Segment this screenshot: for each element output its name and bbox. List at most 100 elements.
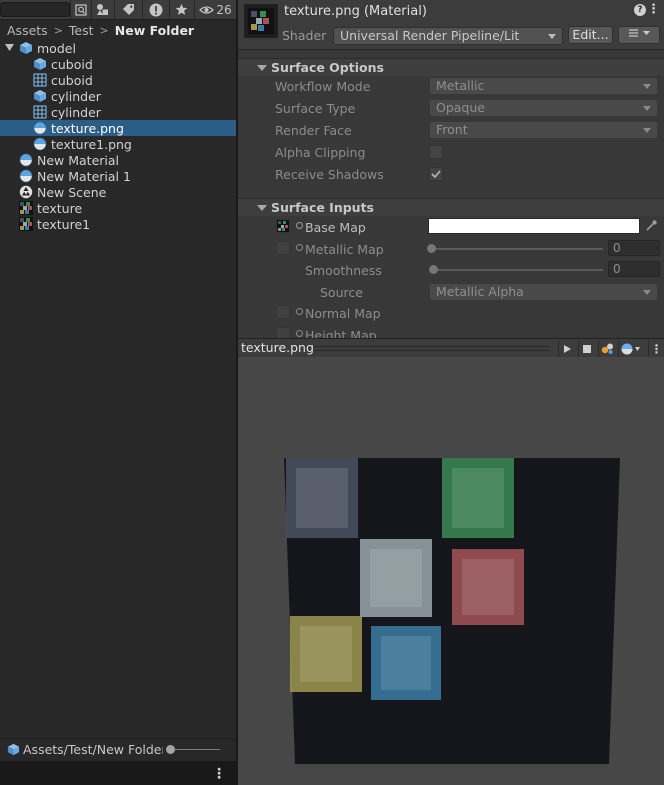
surface-options-heading: Surface Options: [271, 60, 384, 75]
surface-inputs-foldout[interactable]: Surface Inputs: [238, 198, 664, 216]
tree-item-label: texture: [37, 200, 83, 216]
scene-icon: [19, 185, 33, 199]
tree-item-label: texture1.png: [51, 136, 132, 152]
tree-item[interactable]: cuboid: [0, 56, 236, 72]
filter-by-label-button[interactable]: [114, 0, 141, 19]
metallic-slider-handle[interactable]: [427, 244, 436, 253]
light-toggle-button[interactable]: [598, 340, 615, 357]
texture-picker-icon[interactable]: [296, 308, 303, 315]
workflow-mode-dropdown[interactable]: Metallic: [429, 77, 658, 95]
shader-label: Shader: [282, 28, 327, 43]
surface-type-label: Surface Type: [275, 101, 356, 116]
preview-shape-dropdown[interactable]: [618, 340, 642, 357]
material-sphere-icon: [33, 121, 47, 135]
tree-item-label: texture1: [37, 216, 91, 232]
tree-item-label: cylinder: [51, 88, 101, 104]
tree-item[interactable]: New Material: [0, 152, 236, 168]
material-preview[interactable]: [238, 357, 664, 785]
tree-item[interactable]: texture1.png: [0, 136, 236, 152]
tag-icon: [122, 4, 134, 15]
tree-item[interactable]: New Scene: [0, 184, 236, 200]
smoothness-slider-track[interactable]: [433, 269, 603, 271]
base-map-color-field[interactable]: [428, 218, 640, 234]
normal-map-label: Normal Map: [305, 306, 381, 321]
search-input[interactable]: [0, 2, 70, 17]
preview-resize-handle[interactable]: [313, 346, 549, 351]
caret-down-icon: [548, 34, 556, 39]
breadcrumb-assets[interactable]: Assets: [7, 23, 48, 38]
favorites-button[interactable]: [169, 0, 193, 19]
base-map-texture-slot[interactable]: [276, 219, 290, 233]
tree-item[interactable]: cylinder: [0, 104, 236, 120]
more-options-icon[interactable]: ⋮: [212, 766, 226, 782]
height-map-label: Height Map: [305, 328, 377, 338]
filter-by-type-button[interactable]: [91, 0, 113, 19]
texture-square-inner: [381, 636, 431, 690]
render-face-dropdown[interactable]: Front: [429, 121, 658, 139]
tree-item[interactable]: cuboid: [0, 72, 236, 88]
filter-log-button[interactable]: [142, 0, 168, 19]
selected-asset-path: Assets/Test/New Folder/: [23, 742, 163, 757]
surface-type-value: Opaque: [436, 100, 485, 115]
source-dropdown[interactable]: Metallic Alpha: [429, 283, 658, 301]
sphere-icon: [621, 343, 640, 354]
texture-thumbnail-icon: [278, 221, 288, 231]
shader-dropdown[interactable]: Universal Render Pipeline/Lit: [333, 27, 563, 45]
texture-square-inner: [300, 626, 352, 682]
project-panel: 26 Assets > Test > New Folder model cuboi…: [0, 0, 236, 785]
breadcrumb-new-folder[interactable]: New Folder: [115, 23, 194, 38]
texture-thumbnail-icon: [248, 8, 274, 34]
normal-map-texture-slot[interactable]: [276, 305, 290, 319]
shader-options-button[interactable]: [618, 26, 660, 44]
chevron-right-icon: >: [53, 23, 63, 37]
more-options-icon[interactable]: ⋮: [648, 340, 664, 357]
tree-item[interactable]: texture1: [0, 216, 236, 232]
texture-picker-icon[interactable]: [296, 222, 303, 229]
receive-shadows-checkbox[interactable]: [429, 167, 443, 181]
foldout-arrow-icon[interactable]: [5, 44, 14, 52]
tree-item[interactable]: cylinder: [0, 88, 236, 104]
more-options-icon[interactable]: ⋮: [647, 2, 660, 17]
alpha-clipping-label: Alpha Clipping: [275, 145, 366, 160]
caret-down-icon: [643, 106, 651, 111]
play-icon: [564, 344, 571, 353]
tree-item-label: New Material 1: [37, 168, 131, 184]
stop-icon: [583, 344, 591, 353]
toggle-hidden-packages-button[interactable]: 26: [194, 0, 236, 19]
search-by-type-button[interactable]: [70, 0, 90, 19]
eyedropper-icon[interactable]: [644, 219, 658, 233]
tree-item[interactable]: texture.png: [0, 120, 236, 136]
alert-icon: [149, 3, 162, 16]
texture-icon: [19, 201, 33, 215]
smoothness-slider-handle[interactable]: [429, 265, 438, 274]
foldout-arrow-icon: [257, 205, 267, 211]
alpha-clipping-checkbox[interactable]: [429, 145, 443, 159]
source-value: Metallic Alpha: [436, 284, 524, 299]
help-icon[interactable]: ?: [634, 4, 646, 16]
metallic-slider-track[interactable]: [431, 248, 603, 250]
surface-options-foldout[interactable]: Surface Options: [238, 58, 664, 76]
texture-picker-icon[interactable]: [296, 244, 303, 251]
shader-value: Universal Render Pipeline/Lit: [340, 28, 520, 43]
hidden-count: 26: [216, 2, 232, 17]
tree-item[interactable]: model: [0, 40, 236, 56]
icon-size-slider-handle[interactable]: [166, 745, 175, 754]
tree-item[interactable]: texture: [0, 200, 236, 216]
render-face-label: Render Face: [275, 123, 352, 138]
play-button[interactable]: [558, 340, 575, 357]
smoothness-value-field[interactable]: 0: [608, 261, 660, 277]
material-sphere-icon: [33, 137, 47, 151]
texture-picker-icon[interactable]: [296, 330, 303, 337]
render-face-value: Front: [436, 122, 468, 137]
height-map-texture-slot[interactable]: [276, 327, 290, 338]
breadcrumb-test[interactable]: Test: [69, 23, 94, 38]
project-bottom-bar: ⋮: [0, 761, 236, 785]
metallic-map-texture-slot[interactable]: [276, 241, 290, 255]
edit-shader-button[interactable]: Edit...: [568, 26, 613, 44]
metallic-value-field[interactable]: 0: [608, 240, 660, 256]
surface-type-dropdown[interactable]: Opaque: [429, 99, 658, 117]
stop-button[interactable]: [578, 340, 595, 357]
texture-square-inner: [462, 559, 514, 615]
tree-item[interactable]: New Material 1: [0, 168, 236, 184]
project-tree: model cuboid cuboid cylinder cylinder texture…: [0, 40, 236, 232]
